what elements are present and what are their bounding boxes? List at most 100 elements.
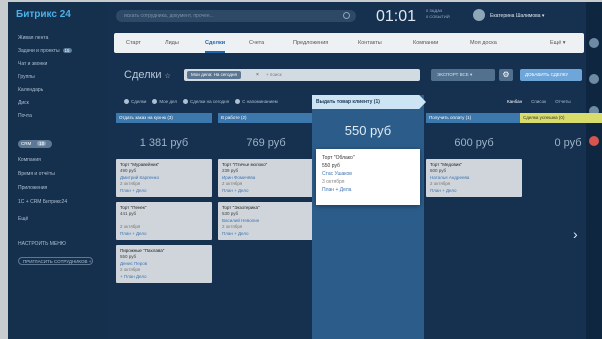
kanban-column: Отдать заказ на кухню (3) 1 381 руб Торт "… <box>116 113 212 288</box>
stage-header[interactable]: Сделка успешна (0) <box>520 113 602 123</box>
left-sidebar: Битрикс 24 Живая лента Задачи и проекты 1… <box>8 2 108 339</box>
clock-info: 0 ЗАДАЧ 0 СОБЫТИЙ <box>426 8 450 20</box>
crm-menu-contacts[interactable]: Контакты <box>358 40 382 46</box>
deal-plan-link[interactable]: План + Дело <box>222 188 310 194</box>
crm-menu: Старт Лиды Сделки Счета Предложения Конт… <box>114 33 584 53</box>
stage-header[interactable]: Отдать заказ на кухню (3) <box>116 113 212 123</box>
deal-plan-link[interactable]: План + Дело <box>120 231 208 237</box>
deal-plan-link[interactable]: План + Дела <box>322 186 414 194</box>
deal-contact[interactable]: Стас Ушаков <box>322 170 414 178</box>
sidebar-item-1c-crm[interactable]: 1С + CRM Битрикс24 <box>18 199 67 205</box>
view-switcher: Канбан Список Отчеты <box>498 99 571 104</box>
sidebar-item-company[interactable]: Компания <box>18 157 41 163</box>
stage-name: В работе <box>221 115 240 120</box>
notifications-icon[interactable] <box>589 38 599 48</box>
crm-menu-start[interactable]: Старт <box>126 40 141 46</box>
deal-option-radio[interactable]: Сделки на сегодня <box>183 99 229 104</box>
stage-header[interactable]: В работе (2) <box>218 113 314 123</box>
contact-avatar-icon[interactable] <box>589 74 599 84</box>
deal-option-radio[interactable]: С напоминанием <box>235 99 278 104</box>
crm-menu-leads[interactable]: Лиды <box>165 40 179 46</box>
right-panel <box>586 2 602 339</box>
kanban-column-dragged[interactable]: Выдать товар клиенту (1) 550 руб Торт "О… <box>312 95 426 339</box>
sidebar-item-tasks[interactable]: Задачи и проекты 15 <box>18 48 72 54</box>
deal-card[interactable]: Торт "Муравейник" 490 руб Дмитрий Карпенко… <box>116 159 212 198</box>
deal-option-radio[interactable]: Мое дел <box>152 99 177 104</box>
view-mode-tab[interactable]: Канбан <box>507 99 522 104</box>
deal-card[interactable]: Торт "Пенек" 441 руб 2 октября План + Дело <box>116 202 212 241</box>
deal-plan-link[interactable]: + План Дело <box>120 274 208 280</box>
sidebar-item-crm[interactable]: CRM 10 <box>18 140 52 148</box>
filter-search-field[interactable]: Мои дела: На сегодня × + поиск <box>184 69 420 81</box>
crm-menu-quotes[interactable]: Предложения <box>293 40 328 46</box>
sidebar-item-groups[interactable]: Группы <box>18 74 35 80</box>
bitrix24-window: Битрикс 24 Живая лента Задачи и проекты 1… <box>8 2 602 339</box>
crm-count: 10 <box>37 141 47 146</box>
deal-card-dragging[interactable]: Торт "Облако" 550 руб Стас Ушаков 3 октя… <box>316 149 420 205</box>
deal-card[interactable]: Торт "Экзотерика" 530 руб Василий Неволин 2… <box>218 202 314 241</box>
sidebar-item-apps[interactable]: Приложения <box>18 185 47 191</box>
deal-card[interactable]: Торт "Медовик" 600 руб Наталья Андреева 2 о… <box>426 159 522 198</box>
sidebar-item-mail[interactable]: Почта <box>18 113 32 119</box>
stage-name: Отдать заказ на кухню <box>119 115 167 120</box>
add-deal-button[interactable]: ДОБАВИТЬ СДЕЛКУ <box>520 69 582 81</box>
crm-menu-deals[interactable]: Сделки <box>205 40 226 53</box>
stage-count: 1 <box>375 99 379 105</box>
scroll-right-icon[interactable]: › <box>573 226 578 242</box>
top-bar: искать сотрудника, документ, прочее... 0… <box>108 2 602 28</box>
user-menu[interactable]: Екатерина Шалимова ▾ <box>490 13 544 19</box>
crm-menu-companies[interactable]: Компании <box>413 40 438 46</box>
deal-plan-link[interactable]: План + Дело <box>430 188 518 194</box>
sidebar-item-more[interactable]: Ещё <box>18 216 28 222</box>
search-placeholder: искать сотрудника, документ, прочее... <box>124 13 214 19</box>
invite-employees-button[interactable]: ПРИГЛАСИТЬ СОТРУДНИКОВ + <box>18 257 93 265</box>
stage-sum: 0 руб <box>554 137 582 149</box>
export-button[interactable]: ЭКСПОРТ ВСЕ ▾ <box>431 69 495 81</box>
stage-count: 3 <box>168 115 172 120</box>
user-avatar[interactable] <box>473 9 485 21</box>
view-mode-tab[interactable]: Отчеты <box>555 99 571 104</box>
page-title: Сделки ☆ <box>124 69 171 81</box>
sidebar-item-label: Задачи и проекты <box>18 48 60 54</box>
stage-count: 2 <box>242 115 246 120</box>
deal-price: 550 руб <box>322 163 340 169</box>
kanban-column: В работе (2) 769 руб Торт "Птичье молоко" 2… <box>218 113 314 245</box>
sidebar-item-time-reports[interactable]: Время и отчёты <box>18 171 55 177</box>
stage-header: Выдать товар клиенту (1) <box>312 95 426 109</box>
crm-label: CRM <box>21 141 32 146</box>
deal-card[interactable]: Торт "Птичье молоко" 239 руб Ирин Фомичёва… <box>218 159 314 198</box>
search-input[interactable]: искать сотрудника, документ, прочее... <box>116 10 356 22</box>
gear-icon[interactable]: ⚙ <box>499 69 513 81</box>
stage-name: Сделка успешна <box>523 115 558 120</box>
deal-date: 3 октября <box>322 179 345 185</box>
filter-search-text: + поиск <box>266 72 282 77</box>
crm-menu-invoices[interactable]: Счета <box>249 40 264 46</box>
page-title-text: Сделки <box>124 69 162 81</box>
search-icon[interactable] <box>343 12 350 19</box>
sidebar-item-chat[interactable]: Чат и звонки <box>18 61 47 67</box>
deal-plan-link[interactable]: План + Дело <box>120 188 208 194</box>
stage-sum: 550 руб <box>344 123 392 138</box>
deal-option-radio[interactable]: Сделки <box>124 99 146 104</box>
sidebar-item-disk[interactable]: Диск <box>18 100 29 106</box>
close-icon[interactable]: × <box>256 72 259 78</box>
crm-menu-more[interactable]: Ещё ▾ <box>550 40 566 46</box>
stage-count: 1 <box>467 115 470 120</box>
stage-header[interactable]: Получить оплату (1) <box>426 113 522 123</box>
deal-card[interactable]: Пирожные "Пахлава" 550 руб Денис Перов 2 ок… <box>116 245 212 284</box>
stage-count: 0 <box>560 115 563 120</box>
view-mode-tab[interactable]: Список <box>531 99 546 104</box>
filter-tag: Мои дела: На сегодня <box>187 71 241 79</box>
deal-name[interactable]: Торт "Облако" <box>322 154 414 162</box>
favorite-star-icon[interactable]: ☆ <box>165 73 171 80</box>
settings-menu-link[interactable]: НАСТРОИТЬ МЕНЮ <box>18 241 66 247</box>
deal-options: Сделки Мое дел Сделки на сегодня С напомина… <box>124 99 284 104</box>
crm-menu-my-board[interactable]: Моя доска <box>470 40 497 46</box>
deal-plan-link[interactable]: План + Дело <box>222 231 310 237</box>
bitrix24-logo[interactable]: Битрикс 24 <box>16 9 71 20</box>
sidebar-item-calendar[interactable]: Календарь <box>18 87 43 93</box>
clock[interactable]: 01:01 <box>376 8 416 26</box>
brand-name: Битрикс <box>16 9 57 20</box>
stage-sum: 1 381 руб <box>139 137 189 149</box>
sidebar-item-live-feed[interactable]: Живая лента <box>18 35 48 41</box>
